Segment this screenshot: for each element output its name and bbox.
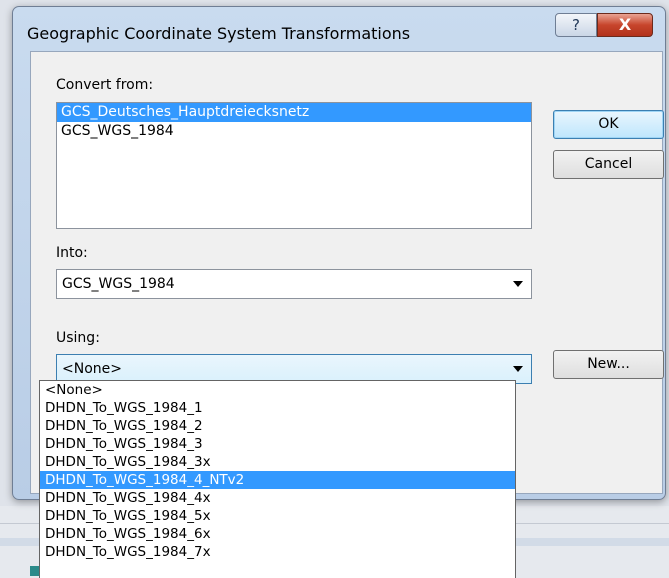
dropdown-option[interactable]: DHDN_To_WGS_1984_3 — [40, 435, 515, 453]
dropdown-option[interactable]: DHDN_To_WGS_1984_1 — [40, 399, 515, 417]
dropdown-option[interactable]: DHDN_To_WGS_1984_4x — [40, 489, 515, 507]
chevron-down-icon[interactable] — [513, 281, 523, 287]
into-value: GCS_WGS_1984 — [62, 276, 175, 292]
cancel-button[interactable]: Cancel — [553, 150, 664, 179]
convert-from-listbox[interactable]: GCS_Deutsches_Hauptdreiecksnetz GCS_WGS_… — [56, 102, 532, 229]
dropdown-option[interactable]: DHDN_To_WGS_1984_3x — [40, 453, 515, 471]
convert-from-label: Convert from: — [56, 77, 154, 93]
dropdown-option[interactable]: DHDN_To_WGS_1984_2 — [40, 417, 515, 435]
chevron-down-icon[interactable] — [513, 366, 523, 372]
dropdown-option[interactable]: DHDN_To_WGS_1984_6x — [40, 525, 515, 543]
title-bar[interactable]: Geographic Coordinate System Transformat… — [13, 7, 665, 47]
dropdown-option[interactable]: DHDN_To_WGS_1984_7x — [40, 543, 515, 561]
help-button[interactable]: ? — [555, 13, 597, 37]
close-button[interactable]: X — [597, 13, 653, 37]
into-label: Into: — [56, 245, 88, 261]
using-label: Using: — [56, 330, 100, 346]
dialog-title: Geographic Coordinate System Transformat… — [27, 24, 411, 43]
close-icon: X — [618, 15, 632, 34]
ok-button[interactable]: OK — [553, 110, 664, 139]
dropdown-option-none[interactable]: <None> — [40, 381, 515, 399]
using-value: <None> — [62, 361, 122, 377]
dropdown-option[interactable]: DHDN_To_WGS_1984_5x — [40, 507, 515, 525]
using-dropdown-list[interactable]: <None> DHDN_To_WGS_1984_1 DHDN_To_WGS_19… — [39, 380, 516, 578]
help-icon: ? — [572, 16, 580, 34]
list-item-gcs-dhdn[interactable]: GCS_Deutsches_Hauptdreiecksnetz — [57, 103, 531, 122]
list-item-gcs-wgs-1984[interactable]: GCS_WGS_1984 — [57, 122, 531, 141]
dropdown-option-highlighted[interactable]: DHDN_To_WGS_1984_4_NTv2 — [40, 471, 515, 489]
new-button[interactable]: New... — [553, 350, 664, 379]
into-combobox[interactable]: GCS_WGS_1984 — [56, 269, 532, 299]
